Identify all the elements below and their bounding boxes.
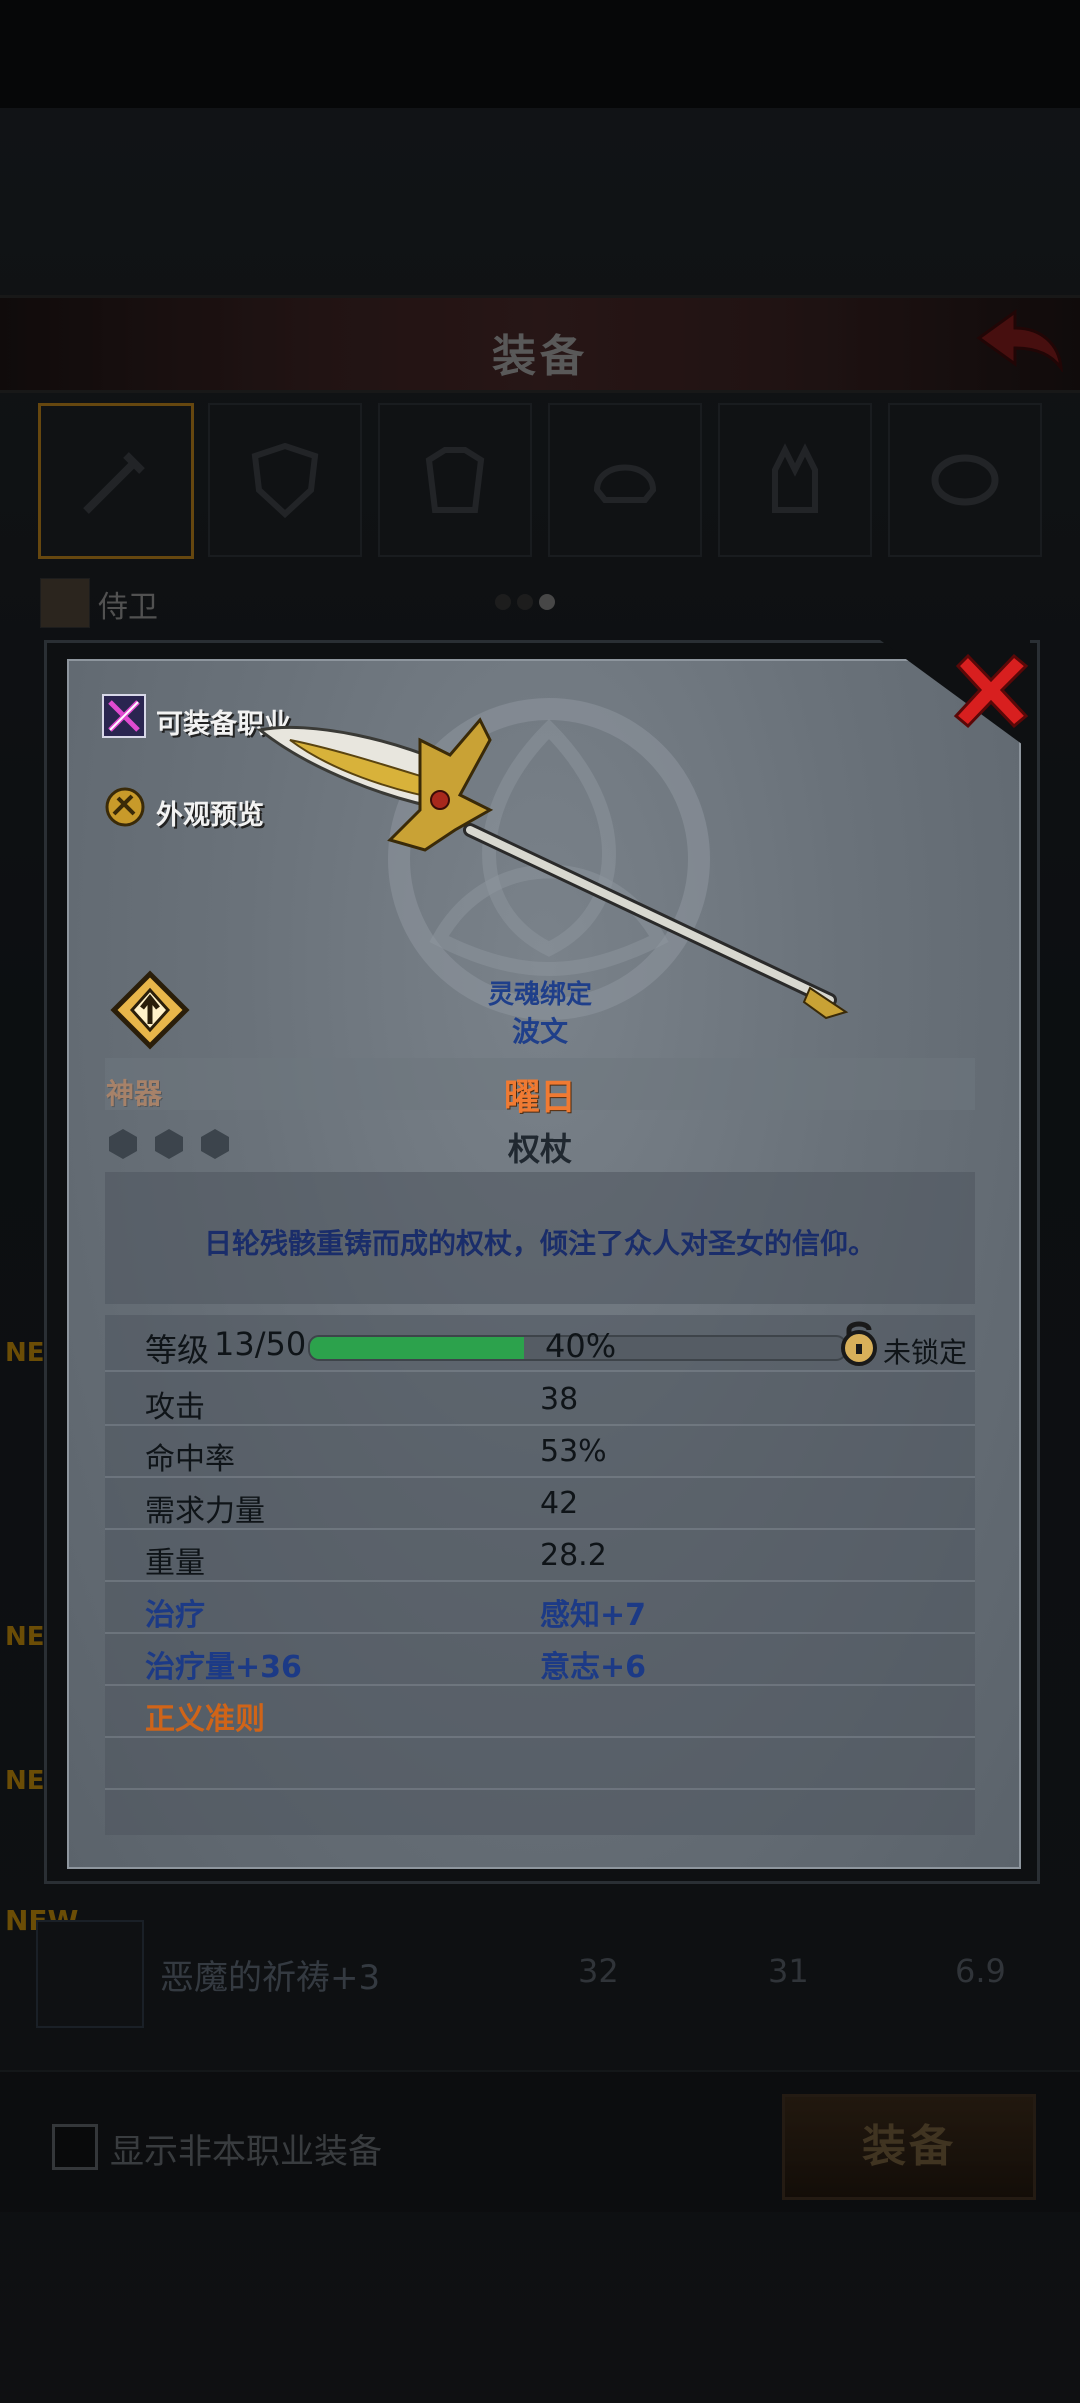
lock-status[interactable]: 未锁定: [883, 1331, 967, 1371]
stat-row: 治疗 感知+7: [105, 1580, 975, 1634]
stat-value: 53%: [540, 1434, 607, 1469]
item-description: 日轮残骸重铸而成的权杖，倾注了众人对圣女的信仰。: [203, 1227, 876, 1260]
stat-row: 重量 28.2: [105, 1528, 975, 1582]
stat-value: 意志+6: [540, 1650, 647, 1685]
lock-icon[interactable]: [837, 1318, 881, 1366]
stat-row: 攻击 38: [105, 1372, 975, 1426]
gem-slot-icon: [155, 1129, 183, 1159]
level-label: 等级: [145, 1331, 210, 1369]
close-icon[interactable]: [948, 648, 1034, 734]
item-name: 曜日: [503, 1077, 576, 1118]
stat-label: 攻击: [145, 1390, 205, 1425]
stat-value: 28.2: [540, 1538, 607, 1573]
soulbind-label: 灵魂绑定: [487, 980, 592, 1010]
class-icon[interactable]: [102, 694, 146, 738]
stat-row-empty: [105, 1736, 975, 1790]
stat-label: 需求力量: [145, 1494, 265, 1529]
soulbind-owner: 波文: [511, 1015, 568, 1048]
appearance-preview-label[interactable]: 外观预览: [156, 793, 264, 832]
gem-slot-icon: [201, 1129, 229, 1159]
appearance-icon[interactable]: [104, 786, 146, 828]
stat-label: 命中率: [145, 1442, 235, 1477]
level-progress-fill: [310, 1337, 524, 1359]
stat-row: 命中率 53%: [105, 1424, 975, 1478]
stat-label: 重量: [145, 1546, 205, 1581]
level-progress-text: 40%: [545, 1327, 617, 1365]
stat-value: 38: [540, 1382, 579, 1417]
gem-slot-icon: [109, 1129, 137, 1159]
level-value: 13/50: [214, 1325, 307, 1363]
passive-skill-label: 正义准则: [145, 1702, 265, 1737]
stat-value: 感知+7: [540, 1598, 647, 1633]
stat-row: 需求力量 42: [105, 1476, 975, 1530]
artifact-upgrade-icon[interactable]: [110, 970, 190, 1050]
stat-row: 正义准则: [105, 1684, 975, 1738]
stat-row: 治疗量+36 意志+6: [105, 1632, 975, 1686]
stat-label: 治疗: [145, 1598, 205, 1633]
stat-value: 42: [540, 1486, 579, 1521]
item-type: 权杖: [507, 1130, 572, 1168]
stat-label: 治疗量+36: [145, 1650, 302, 1685]
